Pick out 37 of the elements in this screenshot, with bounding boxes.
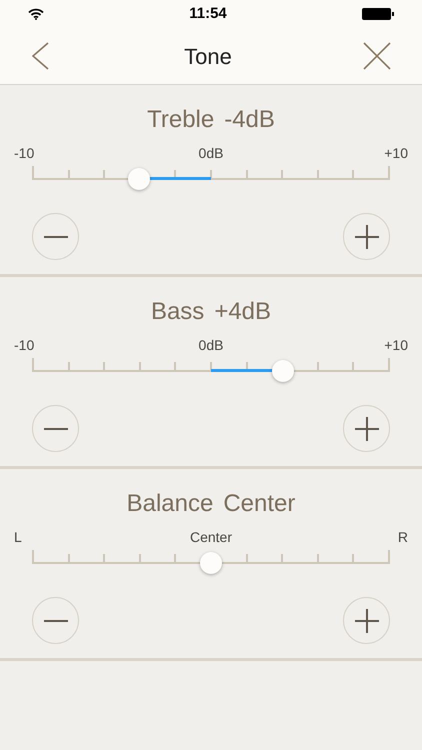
- decrease-button[interactable]: [32, 213, 79, 260]
- status-time: 11:54: [189, 4, 227, 24]
- setting-name: Bass: [150, 297, 204, 327]
- scale-max-label: +10: [384, 337, 408, 353]
- slider-thumb[interactable]: [272, 360, 294, 382]
- slider-thumb[interactable]: [200, 552, 222, 574]
- chevron-left-icon: [30, 41, 50, 71]
- minus-icon: [44, 428, 68, 430]
- plus-icon: [354, 608, 378, 632]
- scale-center-label: Center: [190, 529, 232, 545]
- decrease-button[interactable]: [32, 597, 79, 644]
- setting-value: -4dB: [224, 105, 275, 135]
- increase-button[interactable]: [343, 405, 390, 452]
- plus-icon: [354, 416, 378, 440]
- increase-button[interactable]: [343, 213, 390, 260]
- scale-min-label: L: [14, 529, 22, 545]
- scale-min-label: -10: [14, 145, 34, 161]
- scale-center-label: 0dB: [198, 337, 224, 353]
- close-icon: [363, 42, 391, 70]
- setting-name: Balance: [126, 489, 214, 519]
- setting-value: +4dB: [214, 297, 272, 327]
- slider-thumb[interactable]: [128, 168, 150, 190]
- scale-max-label: R: [398, 529, 408, 545]
- minus-icon: [44, 620, 68, 622]
- minus-icon: [44, 236, 68, 238]
- scale-min-label: -10: [14, 337, 34, 353]
- increase-button[interactable]: [343, 597, 390, 644]
- wifi-icon: [28, 8, 44, 20]
- setting-value: Center: [223, 489, 296, 519]
- battery-icon: [362, 8, 394, 20]
- setting-name: Treble: [147, 105, 214, 135]
- scale-center-label: 0dB: [198, 145, 224, 161]
- decrease-button[interactable]: [32, 405, 79, 452]
- close-button[interactable]: [362, 41, 392, 71]
- nav-title: Tone: [184, 42, 232, 70]
- scale-max-label: +10: [384, 145, 408, 161]
- plus-icon: [354, 224, 378, 248]
